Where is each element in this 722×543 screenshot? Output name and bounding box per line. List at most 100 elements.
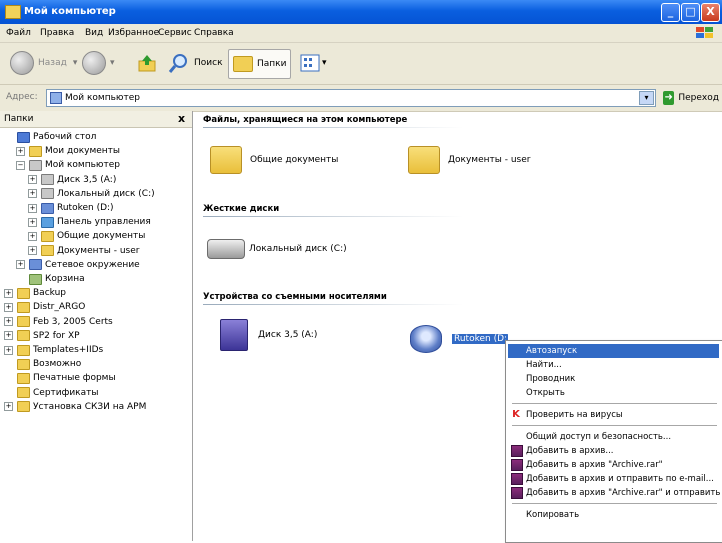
tree-item[interactable]: + SP2 for XP xyxy=(4,330,80,342)
menu-tools[interactable]: Сервис xyxy=(158,28,192,38)
views-icon xyxy=(300,54,320,72)
folder-icon xyxy=(17,401,30,413)
up-folder-button[interactable] xyxy=(137,49,157,77)
context-menu-item-label: Открыть xyxy=(526,388,565,398)
tree-item[interactable]: + Templates+IIDs xyxy=(4,344,103,356)
context-menu-item[interactable]: Открыть xyxy=(508,386,719,400)
context-menu-item[interactable]: Добавить в архив и отправить по e-mail..… xyxy=(508,472,719,486)
shared-documents-item[interactable]: Общие документы xyxy=(210,146,338,174)
close-folders-pane-icon[interactable]: x xyxy=(178,112,185,125)
tree-item-label: Локальный диск (C:) xyxy=(57,188,155,199)
expand-icon[interactable]: + xyxy=(4,345,13,355)
tree-item[interactable]: Печатные формы xyxy=(4,372,116,384)
views-button[interactable]: ▾ xyxy=(300,49,327,77)
tree-item[interactable]: Рабочий стол xyxy=(4,131,96,143)
floppy-a-item[interactable]: Диск 3,5 (A:) xyxy=(220,319,317,351)
context-menu-item[interactable]: Добавить в архив... xyxy=(508,444,719,458)
tree-item[interactable]: + Distr_ARGO xyxy=(4,301,85,313)
tree-item-label: Сетевое окружение xyxy=(45,259,140,270)
address-input[interactable]: Мой компьютер ▾ xyxy=(46,89,656,107)
expand-icon[interactable]: + xyxy=(28,203,37,213)
folder-icon xyxy=(41,245,54,257)
back-arrow-icon xyxy=(10,51,34,75)
tree-item[interactable]: + Backup xyxy=(4,287,66,299)
minimize-button[interactable]: _ xyxy=(661,3,680,22)
address-label: Адрес: xyxy=(6,92,38,102)
user-documents-item[interactable]: Документы - user xyxy=(408,146,530,174)
expand-icon[interactable]: + xyxy=(16,260,25,270)
expand-icon[interactable]: + xyxy=(28,189,37,199)
tree-item[interactable]: Возможно xyxy=(4,358,81,370)
expand-icon[interactable]: + xyxy=(4,302,13,312)
section-divider xyxy=(203,304,463,305)
expand-icon[interactable]: + xyxy=(4,331,13,341)
folders-icon xyxy=(233,56,253,72)
menu-help[interactable]: Справка xyxy=(194,28,234,38)
back-button[interactable]: Назад ▾ xyxy=(10,49,77,77)
tree-item[interactable]: + Мои документы xyxy=(16,145,120,157)
menu-separator xyxy=(512,403,717,404)
menu-favorites[interactable]: Избранное xyxy=(108,28,159,38)
tree-item[interactable]: + Диск 3,5 (A:) xyxy=(28,174,116,186)
folder-icon xyxy=(408,146,440,174)
tree-item[interactable]: + Панель управления xyxy=(28,216,151,228)
menu-file[interactable]: Файл xyxy=(6,28,31,38)
maximize-button[interactable]: □ xyxy=(681,3,700,22)
forward-dropdown-icon[interactable]: ▾ xyxy=(110,58,115,68)
up-folder-icon xyxy=(138,55,156,72)
expand-icon[interactable]: + xyxy=(4,288,13,298)
context-menu-item[interactable]: Общий доступ и безопасность... xyxy=(508,430,719,444)
tree-item[interactable]: + Общие документы xyxy=(28,230,145,242)
context-menu-item[interactable]: Копировать xyxy=(508,508,719,522)
expand-icon[interactable]: + xyxy=(28,231,37,241)
window-title: Мой компьютер xyxy=(24,6,116,17)
folders-pane-title: Папки xyxy=(4,114,34,124)
address-dropdown-icon[interactable]: ▾ xyxy=(639,91,654,105)
context-menu-item[interactable]: Проводник xyxy=(508,372,719,386)
tree-item[interactable]: + Сетевое окружение xyxy=(16,259,140,271)
context-menu-item[interactable]: Найти... xyxy=(508,358,719,372)
context-menu-item[interactable]: Автозапуск xyxy=(508,344,719,358)
menu-bar: Файл Правка Вид Избранное Сервис Справка xyxy=(0,24,722,43)
tree-item-label: Диск 3,5 (A:) xyxy=(57,174,117,185)
context-menu-item[interactable]: K Проверить на вирусы xyxy=(508,408,719,422)
close-button[interactable]: X xyxy=(701,3,720,22)
forward-button[interactable]: ▾ xyxy=(82,49,115,77)
tree-item[interactable]: + Локальный диск (C:) xyxy=(28,188,155,200)
context-menu-item-label: Копировать xyxy=(526,510,580,520)
expand-icon[interactable]: + xyxy=(28,175,37,185)
tree-item-label: Корзина xyxy=(45,274,85,284)
expand-icon[interactable]: + xyxy=(28,246,37,256)
folder-icon xyxy=(17,344,30,356)
context-menu-item-label: Добавить в архив... xyxy=(526,446,614,456)
antivirus-icon: K xyxy=(512,409,520,420)
tree-item[interactable]: + Rutoken (D:) xyxy=(28,202,114,214)
context-menu-item-label: Добавить в архив и отправить по e-mail..… xyxy=(526,474,714,484)
folder-icon xyxy=(210,146,242,174)
local-disk-c-item[interactable]: Локальный диск (C:) xyxy=(207,239,347,259)
rutoken-d-item[interactable]: Rutoken (D:) xyxy=(410,325,508,353)
expand-icon[interactable]: + xyxy=(28,217,37,227)
context-menu-item[interactable]: Добавить в архив "Archive.rar" и отправи… xyxy=(508,486,720,500)
tree-item[interactable]: Корзина xyxy=(16,273,85,285)
search-button[interactable]: Поиск xyxy=(168,49,223,77)
tree-item[interactable]: + Feb 3, 2005 Certs xyxy=(4,316,113,328)
expand-icon[interactable]: + xyxy=(16,146,25,156)
go-button[interactable]: ➜ Переход xyxy=(663,89,719,106)
collapse-icon[interactable]: − xyxy=(16,160,25,170)
menu-edit[interactable]: Правка xyxy=(40,28,74,38)
context-menu-item[interactable]: Добавить в архив "Archive.rar" xyxy=(508,458,719,472)
forward-arrow-icon xyxy=(82,51,106,75)
back-dropdown-icon[interactable]: ▾ xyxy=(73,58,78,68)
expand-icon[interactable]: + xyxy=(4,402,13,412)
tree-item[interactable]: Сертификаты xyxy=(4,387,98,399)
folder-icon xyxy=(17,316,30,328)
tree-item[interactable]: − Мой компьютер xyxy=(16,159,120,171)
menu-view[interactable]: Вид xyxy=(85,28,103,38)
folder-icon xyxy=(29,145,42,157)
my-computer-small-icon xyxy=(50,92,62,104)
folders-button[interactable]: Папки xyxy=(228,49,292,79)
tree-item[interactable]: + Установка СКЗИ на АРМ xyxy=(4,401,146,413)
expand-icon[interactable]: + xyxy=(4,317,13,327)
tree-item[interactable]: + Документы - user xyxy=(28,245,139,257)
